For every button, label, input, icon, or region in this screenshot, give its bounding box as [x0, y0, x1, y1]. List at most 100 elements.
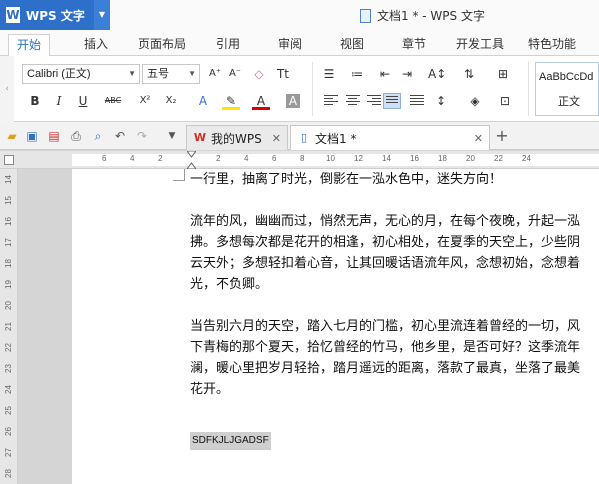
- bold-button[interactable]: B: [26, 92, 44, 110]
- selected-text[interactable]: SDFKJLJGADSF: [190, 432, 271, 450]
- ruler-tick: 6: [102, 154, 107, 163]
- clear-format-icon[interactable]: ◇: [250, 65, 268, 83]
- undo-icon[interactable]: ↶: [112, 128, 128, 144]
- close-icon[interactable]: ✕: [272, 132, 281, 145]
- numbered-list-icon[interactable]: ≔: [348, 65, 366, 83]
- ruler-tick: 22: [3, 343, 13, 352]
- text-line: 流年的风，幽幽而过，悄然无声，无心的月，在每个夜晚，升起一泓: [190, 214, 581, 229]
- tab-my-wps[interactable]: W 我的WPS ✕: [186, 125, 288, 150]
- tab-page-layout[interactable]: 页面布局: [130, 34, 194, 56]
- italic-button[interactable]: I: [50, 92, 68, 110]
- tab-references[interactable]: 引用: [208, 34, 248, 56]
- text-line: 云天外；多想轻扣着心音，让其回暖话语流年风，念想初始，念想着: [190, 256, 581, 271]
- wps-logo-icon: W: [6, 7, 20, 23]
- paragraph[interactable]: 一行里，抽离了时光，倒影在一泓水色中，迷失方向！: [190, 169, 599, 190]
- indent-marker-icon[interactable]: [187, 151, 196, 169]
- app-menu-button[interactable]: W WPS 文字 ▼: [0, 0, 110, 30]
- justify-icon[interactable]: [383, 93, 401, 109]
- quick-access-bar: ▰ ▣ ▤ ⎙ ⌕ ↶ ↷ ▼ W 我的WPS ✕ ▯ 文档1 * ✕ +: [0, 122, 599, 150]
- window-title-text: 文档1 * - WPS 文字: [377, 9, 485, 23]
- ruler-tick: 26: [3, 427, 13, 436]
- tab-developer[interactable]: 开发工具: [448, 34, 512, 56]
- char-shading-button[interactable]: A: [286, 94, 300, 108]
- align-left-icon[interactable]: [324, 95, 338, 107]
- tab-label: 我的WPS: [211, 131, 262, 146]
- tab-document-1[interactable]: ▯ 文档1 * ✕: [290, 125, 490, 150]
- superscript-button[interactable]: X²: [136, 92, 154, 110]
- document-page[interactable]: 一行里，抽离了时光，倒影在一泓水色中，迷失方向！ 流年的风，幽幽而过，悄然无声，…: [72, 169, 599, 484]
- tab-insert[interactable]: 插入: [76, 34, 116, 56]
- wps-logo-icon: W: [193, 131, 207, 144]
- strikethrough-button[interactable]: ABC: [104, 92, 122, 110]
- sort-icon[interactable]: ⇅: [460, 65, 478, 83]
- decrease-indent-icon[interactable]: ⇤: [376, 65, 394, 83]
- ruler-tick: 16: [410, 154, 419, 163]
- char-spacing-button[interactable]: Tt: [274, 65, 292, 83]
- distributed-align-icon[interactable]: [410, 95, 424, 107]
- print-preview-icon[interactable]: ⌕: [90, 128, 106, 144]
- redo-icon[interactable]: ↷: [134, 128, 150, 144]
- grow-font-button[interactable]: A⁺: [206, 65, 224, 83]
- ruler-tick: 28: [3, 469, 13, 478]
- increase-indent-icon[interactable]: ⇥: [398, 65, 416, 83]
- underline-button[interactable]: U: [74, 92, 92, 110]
- ribbon-scroll-left-icon[interactable]: ‹: [0, 56, 14, 122]
- line-spacing-icon[interactable]: ↕: [432, 92, 450, 110]
- ruler-tick: 4: [244, 154, 249, 163]
- ruler-tick: 15: [3, 196, 13, 205]
- print-icon[interactable]: ⎙: [68, 128, 84, 144]
- tab-review[interactable]: 审阅: [270, 34, 310, 56]
- ruler-text-area: [72, 154, 599, 166]
- highlight-icon[interactable]: ✎: [222, 92, 240, 110]
- document-body[interactable]: 一行里，抽离了时光，倒影在一泓水色中，迷失方向！ 流年的风，幽幽而过，悄然无声，…: [190, 169, 599, 450]
- chevron-down-icon: ▼: [188, 69, 196, 78]
- paragraph[interactable]: 当告别六月的天空，踏入七月的门槛，初心里流连着曾经的一切，风 下青梅的那个夏天，…: [190, 316, 599, 400]
- export-pdf-icon[interactable]: ▤: [46, 128, 62, 144]
- tab-view[interactable]: 视图: [332, 34, 372, 56]
- borders-icon[interactable]: ⊡: [496, 92, 514, 110]
- table-borders-icon[interactable]: ⊞: [494, 65, 512, 83]
- ribbon: ‹ Calibri (正文) ▼ 五号 ▼ A⁺ A⁻ ◇ Tt B I U A…: [0, 56, 599, 122]
- align-right-icon[interactable]: [367, 95, 381, 107]
- shrink-font-button[interactable]: A⁻: [226, 65, 244, 83]
- align-center-icon[interactable]: [346, 95, 360, 107]
- ruler-tick: 20: [466, 154, 475, 163]
- save-icon[interactable]: ▣: [24, 128, 40, 144]
- subscript-button[interactable]: X₂: [162, 92, 180, 110]
- tab-label: 文档1 *: [315, 131, 357, 146]
- font-color-button[interactable]: A: [252, 92, 270, 110]
- tab-stop-selector[interactable]: [4, 155, 14, 165]
- font-name-value: Calibri (正文): [27, 68, 91, 80]
- document-icon: ▯: [300, 131, 308, 144]
- margin-corner-mark: [173, 169, 185, 181]
- customize-toolbar-icon[interactable]: ▼: [164, 128, 180, 144]
- open-folder-icon[interactable]: ▰: [4, 128, 20, 144]
- paragraph[interactable]: 流年的风，幽幽而过，悄然无声，无心的月，在每个夜晚，升起一泓 拂。多想每次都是花…: [190, 211, 599, 295]
- tab-sections[interactable]: 章节: [394, 34, 434, 56]
- close-icon[interactable]: ✕: [474, 132, 483, 145]
- text-line: 拂。多想每次都是花开的相逢，初心相处，在夏季的天空上，少些阴: [190, 235, 581, 250]
- bullet-list-icon[interactable]: ☰: [320, 65, 338, 83]
- paragraph-shading-icon[interactable]: ◈: [466, 92, 484, 110]
- ruler-tick: 17: [3, 238, 13, 247]
- ruler-tick: 24: [522, 154, 531, 163]
- ruler-tick: 18: [3, 259, 13, 268]
- font-size-select[interactable]: 五号 ▼: [142, 64, 200, 84]
- new-tab-button[interactable]: +: [494, 128, 510, 144]
- ruler-tick: 23: [3, 364, 13, 373]
- chinese-layout-icon[interactable]: A↕: [428, 65, 446, 83]
- app-menu-dropdown-icon[interactable]: ▼: [94, 0, 110, 30]
- ruler-tick: 14: [3, 175, 13, 184]
- tab-start[interactable]: 开始: [8, 34, 51, 56]
- vertical-ruler[interactable]: 14 15 16 17 18 19 20 21 22 23 24 25 26 2…: [0, 169, 18, 484]
- separator: [312, 62, 313, 116]
- style-normal[interactable]: AaBbCcDd 正文: [535, 62, 599, 116]
- horizontal-ruler[interactable]: 6 4 2 2 4 6 8 10 12 14 16 18 20 22 24: [0, 151, 599, 169]
- font-name-select[interactable]: Calibri (正文) ▼: [22, 64, 140, 84]
- text-line: 当告别六月的天空，踏入七月的门槛，初心里流连着曾经的一切，风: [190, 319, 581, 334]
- ruler-tick: 18: [438, 154, 447, 163]
- text-effect-button[interactable]: A: [194, 92, 212, 110]
- ruler-tick: 25: [3, 406, 13, 415]
- tab-special-features[interactable]: 特色功能: [520, 34, 584, 56]
- menu-bar: 开始 插入 页面布局 引用 审阅 视图 章节 开发工具 特色功能: [0, 30, 599, 56]
